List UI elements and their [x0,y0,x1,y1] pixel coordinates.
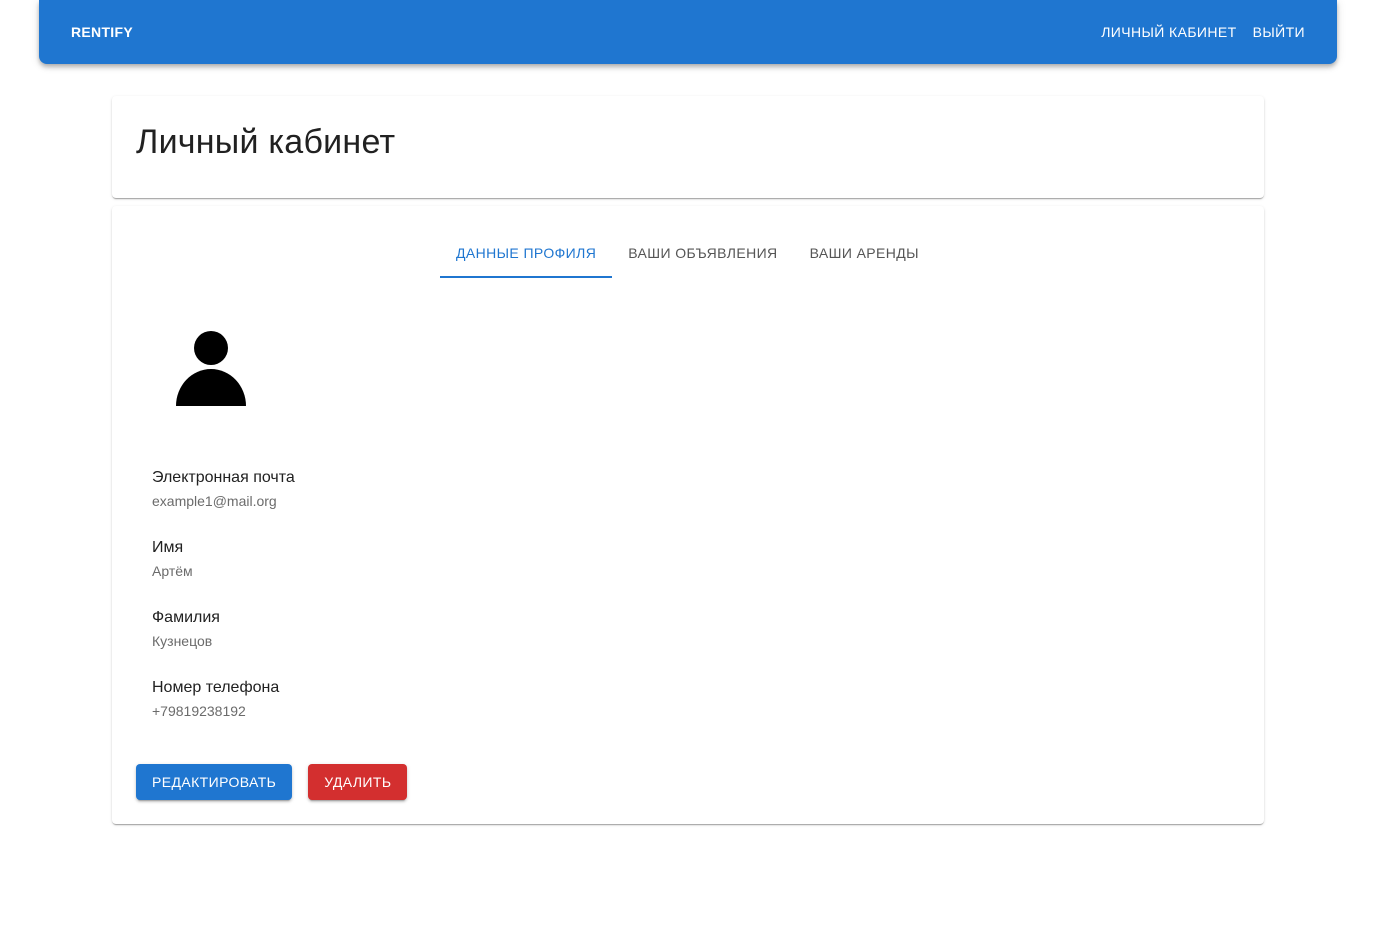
profile-tabs: ДАННЫЕ ПРОФИЛЯ ВАШИ ОБЪЯВЛЕНИЯ ВАШИ АРЕН… [440,230,935,278]
tab-your-listings[interactable]: ВАШИ ОБЪЯВЛЕНИЯ [612,230,793,278]
field-value: Артём [152,563,193,579]
avatar-head [194,331,228,365]
field-label: Электронная почта [152,469,295,486]
nav-link-logout[interactable]: ВЫЙТИ [1245,16,1313,48]
nav-link-profile[interactable]: ЛИЧНЫЙ КАБИНЕТ [1093,16,1244,48]
field-value: +79819238192 [152,703,246,719]
avatar-body [176,369,246,406]
field-value: example1@mail.org [152,493,277,509]
field-label: Номер телефона [152,679,280,696]
field-last-name: Фамилия Кузнецов [152,608,295,651]
field-first-name: Имя Артём [152,538,295,581]
tab-your-rentals[interactable]: ВАШИ АРЕНДЫ [794,230,935,278]
brand-logo[interactable]: RENTIFY [71,24,133,40]
field-label: Имя [152,539,184,556]
person-icon [176,330,246,408]
avatar-svg [176,331,246,406]
page-title: Личный кабинет [136,123,396,161]
field-label: Фамилия [152,609,220,626]
profile-actions: РЕДАКТИРОВАТЬ УДАЛИТЬ [136,764,408,800]
profile-fields: Электронная почта example1@mail.org Имя … [152,468,295,748]
page-header-card: Личный кабинет [112,96,1264,198]
edit-button[interactable]: РЕДАКТИРОВАТЬ [136,764,293,800]
field-phone: Номер телефона +79819238192 [152,678,295,721]
top-nav: ЛИЧНЫЙ КАБИНЕТ ВЫЙТИ [1093,16,1313,48]
tab-profile-data[interactable]: ДАННЫЕ ПРОФИЛЯ [440,230,613,278]
field-email: Электронная почта example1@mail.org [152,468,295,511]
profile-card: ДАННЫЕ ПРОФИЛЯ ВАШИ ОБЪЯВЛЕНИЯ ВАШИ АРЕН… [112,206,1264,824]
delete-button[interactable]: УДАЛИТЬ [308,764,408,800]
field-value: Кузнецов [152,633,213,649]
app-bar: RENTIFY ЛИЧНЫЙ КАБИНЕТ ВЫЙТИ [39,0,1337,64]
